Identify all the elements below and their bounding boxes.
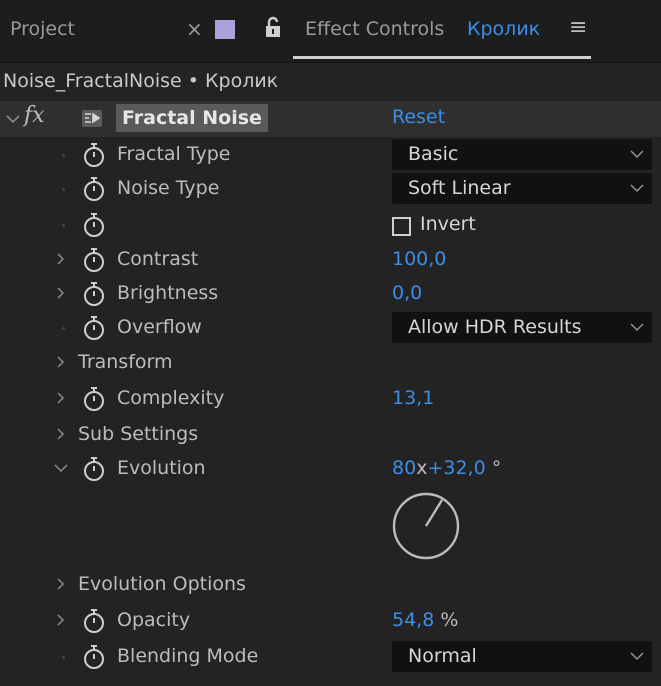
dropdown-value: Normal [408,645,477,667]
panel-menu-icon[interactable]: ≡ [569,15,587,40]
row-bullet [62,188,65,191]
revolution-separator: x [416,457,428,479]
noise-type-dropdown[interactable]: Soft Linear [392,173,652,204]
group-label[interactable]: Sub Settings [78,423,198,445]
chevron-down-icon [630,652,644,660]
fractal-type-dropdown[interactable]: Basic [392,139,652,170]
stopwatch-icon[interactable] [82,142,106,168]
param-group-transform: Transform [0,346,661,380]
panel-tab-bar: Project × Effect Controls Кролик ≡ [0,0,661,63]
reset-button[interactable]: Reset [392,106,445,128]
param-row-complexity: Complexity 13,1 [0,382,661,416]
param-label: Evolution [117,457,206,479]
complexity-value[interactable]: 13,1 [392,387,434,409]
degree-sign: ° [491,457,502,479]
chevron-right-icon[interactable] [56,247,66,271]
chevron-right-icon[interactable] [56,422,66,446]
row-bullet [62,656,65,659]
chevron-right-icon[interactable] [56,608,66,632]
param-label: Brightness [117,282,219,304]
chevron-down-icon [630,184,644,192]
opacity-value[interactable]: 54,8 [392,609,434,631]
dropdown-value: Basic [408,143,459,165]
overflow-dropdown[interactable]: Allow HDR Results [392,312,652,343]
dropdown-value: Soft Linear [408,177,511,199]
chevron-right-icon[interactable] [56,350,66,374]
chevron-right-icon[interactable] [56,386,66,410]
lock-icon[interactable] [262,15,284,39]
label-color-swatch [215,20,235,39]
fx-toggle-icon[interactable]: fx [24,103,45,128]
stopwatch-icon[interactable] [82,212,106,238]
checkbox-label: Invert [420,213,476,235]
evolution-degrees[interactable]: +32,0 [427,457,485,479]
param-group-sub-settings: Sub Settings [0,418,661,452]
contrast-value[interactable]: 100,0 [392,248,446,270]
param-row-blending-mode: Blending Mode Normal [0,640,661,674]
param-label: Blending Mode [117,645,259,667]
param-label: Noise Type [117,177,220,199]
row-bullet [62,327,65,330]
layer-path-label: Noise_FractalNoise • Кролик [3,70,279,92]
stopwatch-icon[interactable] [82,608,106,634]
stopwatch-icon[interactable] [82,315,106,341]
chevron-down-icon[interactable] [54,456,68,480]
stopwatch-icon[interactable] [82,386,106,412]
param-label: Opacity [117,609,191,631]
chevron-right-icon[interactable] [56,572,66,596]
active-tab-indicator [293,56,591,59]
stopwatch-icon[interactable] [82,281,106,307]
close-tab-button[interactable]: × [186,17,203,41]
tab-effect-controls[interactable]: Effect Controls [305,18,444,40]
param-row-contrast: Contrast 100,0 [0,243,661,277]
chevron-down-icon[interactable] [6,110,20,130]
evolution-revolutions[interactable]: 80 [392,457,416,479]
evolution-angle-dial[interactable] [390,490,462,562]
param-label: Fractal Type [117,143,231,165]
group-label[interactable]: Transform [78,351,173,373]
chevron-down-icon [630,150,644,158]
param-label: Contrast [117,248,199,270]
param-label: Overflow [117,316,202,338]
stopwatch-icon[interactable] [82,456,106,482]
param-row-overflow: Overflow Allow HDR Results [0,311,661,345]
group-label[interactable]: Evolution Options [78,573,246,595]
stopwatch-icon[interactable] [82,247,106,273]
invert-checkbox[interactable] [392,217,411,236]
dropdown-value: Allow HDR Results [408,316,582,338]
param-row-invert: Invert [0,208,661,242]
row-bullet [62,154,65,157]
opacity-value-group: 54,8 % [392,609,458,631]
param-row-fractal-type: Fractal Type Basic [0,138,661,172]
row-bullet [62,224,65,227]
chevron-right-icon[interactable] [56,281,66,305]
param-row-evolution: Evolution 80x+32,0 ° [0,452,661,486]
param-label: Complexity [117,387,225,409]
evolution-value: 80x+32,0 ° [392,457,501,479]
chevron-down-icon [630,323,644,331]
blending-mode-dropdown[interactable]: Normal [392,641,652,672]
param-row-opacity: Opacity 54,8 % [0,604,661,638]
tab-project[interactable]: Project [10,18,75,40]
param-row-brightness: Brightness 0,0 [0,277,661,311]
effect-name[interactable]: Fractal Noise [116,104,268,132]
stopwatch-icon[interactable] [82,176,106,202]
effect-controls-panel: Project × Effect Controls Кролик ≡ Noise… [0,0,661,686]
effect-type-icon [82,110,102,127]
percent-unit: % [440,609,459,631]
tab-layer-name[interactable]: Кролик [467,18,540,40]
param-group-evolution-options: Evolution Options [0,568,661,602]
param-row-noise-type: Noise Type Soft Linear [0,172,661,206]
brightness-value[interactable]: 0,0 [392,282,422,304]
stopwatch-icon[interactable] [82,644,106,670]
